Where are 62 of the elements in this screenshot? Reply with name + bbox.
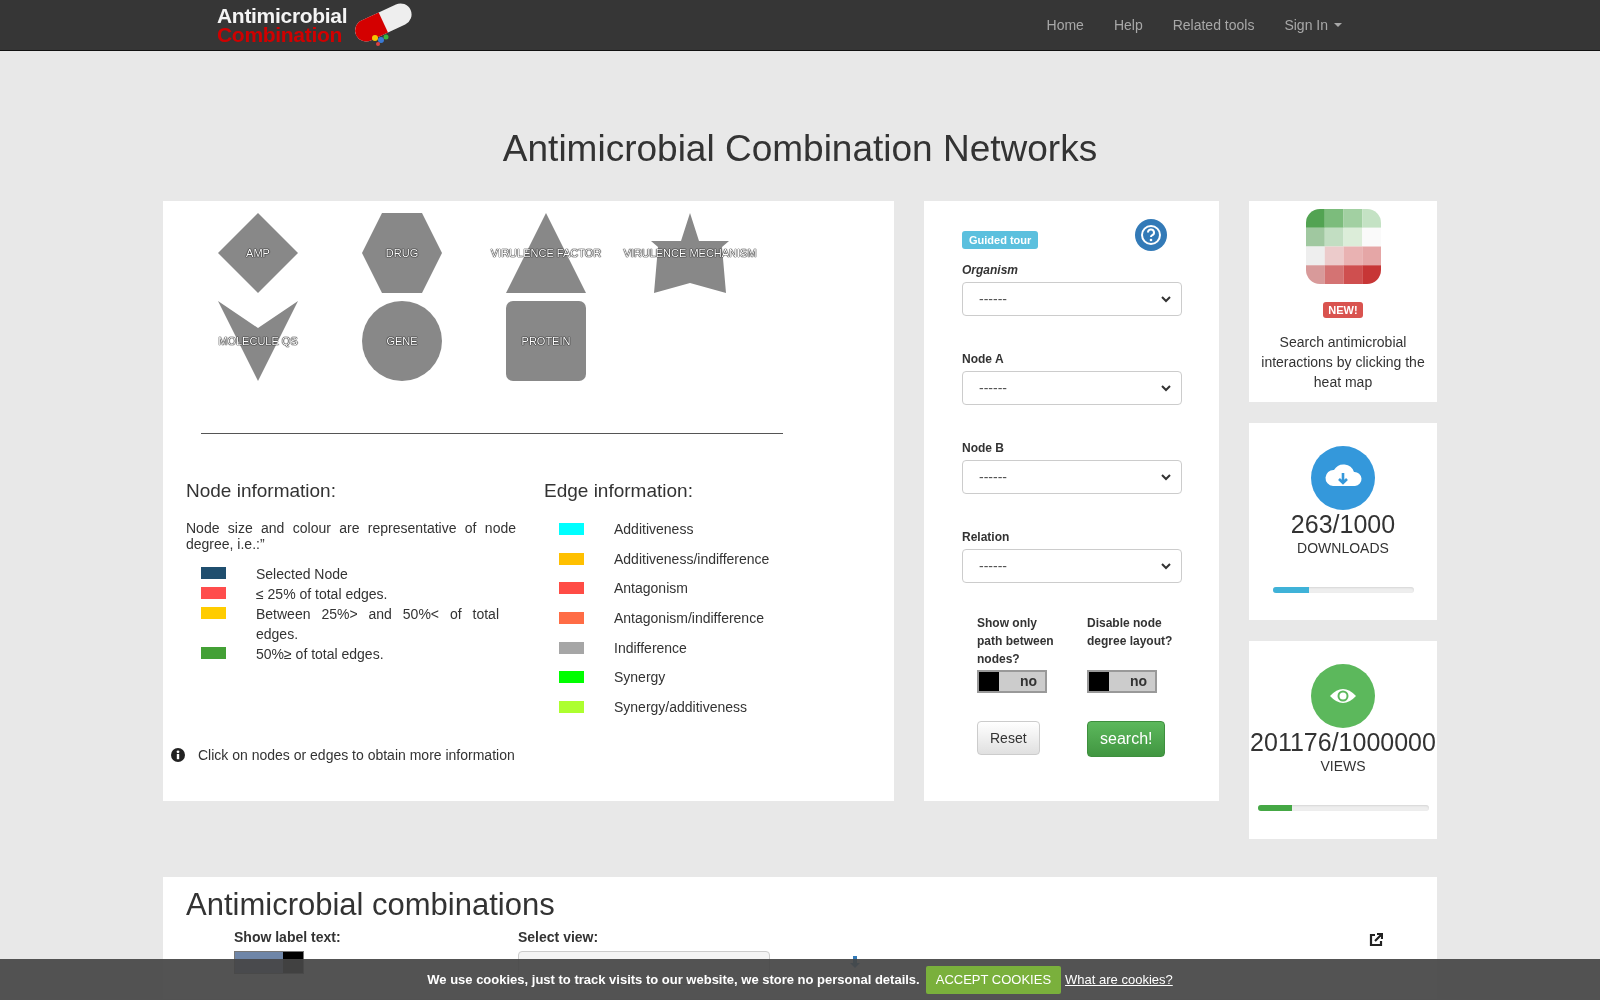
toggle-label: Disable node degree layout? bbox=[1087, 615, 1173, 650]
field-label: Select view: bbox=[518, 929, 599, 945]
section-heading: Node information: bbox=[186, 480, 337, 502]
node-type-label: GENE bbox=[386, 335, 418, 347]
chevron-icon bbox=[1161, 473, 1171, 481]
external-link-icon[interactable] bbox=[1369, 933, 1383, 947]
node-type-label: VIRULENCE FACTOR bbox=[490, 247, 602, 259]
stat-label: VIEWS bbox=[1320, 758, 1366, 774]
nav-link[interactable]: Home bbox=[1031, 0, 1099, 50]
nav-link[interactable]: Help bbox=[1098, 0, 1158, 50]
select-field[interactable]: ------ bbox=[962, 371, 1182, 405]
legend-label: Selected Node bbox=[256, 565, 349, 584]
logo-text: Combination bbox=[217, 25, 344, 44]
legend-label: Indifference bbox=[614, 639, 687, 656]
field-label: Node B bbox=[962, 441, 1004, 455]
field-label: Organism bbox=[962, 263, 1018, 277]
field-label: Relation bbox=[962, 530, 1010, 544]
legend-label: Between 25%> and 50%< of total edges. bbox=[256, 605, 499, 644]
field-label: Node A bbox=[962, 352, 1004, 366]
page-title: Antimicrobial Combination Networks bbox=[501, 127, 1099, 171]
legend-label: Antagonism/indifference bbox=[614, 609, 764, 626]
node-type-label: AMP bbox=[246, 247, 270, 259]
legend-label: Additiveness/indifference bbox=[614, 550, 770, 567]
select-field[interactable]: ------ bbox=[962, 549, 1182, 583]
legend-label: Additiveness bbox=[614, 520, 694, 537]
node-type-label: PROTEIN bbox=[521, 335, 571, 347]
help-icon[interactable] bbox=[1135, 219, 1167, 251]
legend-label: Antagonism bbox=[614, 580, 688, 597]
legend-label: Synergy/additiveness bbox=[614, 698, 748, 715]
legend-label: 50%≥ of total edges. bbox=[256, 645, 385, 664]
description-text: Node size and colour are representative of node degree, i.e.:” bbox=[186, 520, 516, 552]
node-type-label: VIRULENCE MECHANISM bbox=[623, 247, 757, 259]
reset-button[interactable]: Reset bbox=[977, 721, 1040, 755]
stat-value: 201176/1000000 bbox=[1250, 728, 1436, 756]
nav-link[interactable]: Related tools bbox=[1157, 0, 1270, 50]
card-text: Search antimicrobial interactions by clicking the heat map bbox=[1260, 333, 1426, 392]
heat-map-icon[interactable] bbox=[1305, 209, 1381, 284]
cookie-message: We use cookies, just to track visits to our website, we store no personal details. bbox=[427, 972, 920, 987]
node-type-label: DRUG bbox=[385, 247, 419, 259]
legend-label: Synergy bbox=[614, 669, 666, 686]
logo-text: Antimicrobial bbox=[217, 6, 348, 25]
field-label: Show label text: bbox=[234, 929, 341, 945]
toggle-label: Show only path between nodes? bbox=[977, 615, 1055, 668]
toggle-switch[interactable]: no bbox=[1087, 670, 1157, 693]
select-field[interactable]: ------ bbox=[962, 282, 1182, 316]
chevron-icon bbox=[1161, 562, 1171, 570]
new-badge: NEW! bbox=[1323, 302, 1363, 318]
legend-label: ≤ 25% of total edges. bbox=[256, 585, 389, 604]
select-field[interactable]: ------ bbox=[962, 460, 1182, 494]
eye-icon bbox=[1311, 664, 1375, 728]
section-heading: Antimicrobial combinations bbox=[186, 887, 556, 923]
info-icon bbox=[171, 748, 185, 762]
toggle-switch[interactable]: no bbox=[977, 670, 1047, 693]
chevron-icon bbox=[1161, 295, 1171, 303]
hint-text: Click on nodes or edges to obtain more information bbox=[198, 747, 515, 763]
stat-value: 263/1000 bbox=[1290, 510, 1396, 538]
cloud-download-icon bbox=[1311, 446, 1375, 510]
cookie-info-link[interactable]: What are cookies? bbox=[1065, 972, 1173, 987]
nav-link[interactable]: Sign In bbox=[1269, 0, 1357, 50]
chevron-icon bbox=[1161, 384, 1171, 392]
section-heading: Edge information: bbox=[544, 480, 694, 502]
stat-label: DOWNLOADS bbox=[1297, 540, 1389, 556]
